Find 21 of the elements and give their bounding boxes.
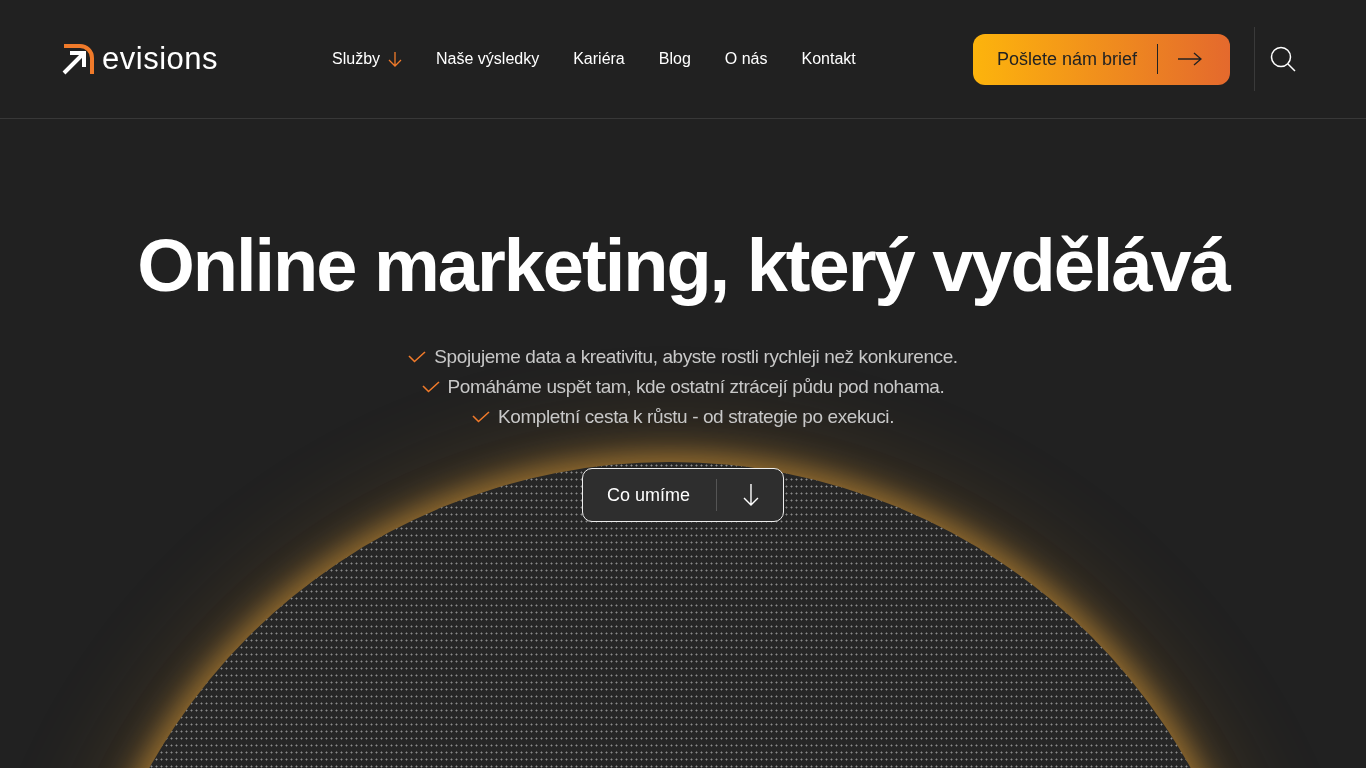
- what-we-do-button[interactable]: Co umíme: [582, 468, 784, 522]
- logo-arrow-icon: [62, 43, 94, 75]
- check-icon: [408, 351, 427, 363]
- benefit-text: Spojujeme data a kreativitu, abyste rostli rychleji než konkurence.: [434, 346, 958, 368]
- logo-wordmark[interactable]: evisions: [102, 41, 218, 77]
- nav-link[interactable]: Kariéra: [573, 50, 625, 68]
- send-brief-button[interactable]: Pošlete nám brief: [973, 33, 1230, 85]
- arrow-down-icon: [743, 484, 759, 506]
- arrow-right-icon: [1178, 52, 1203, 66]
- arrow-down-icon: [388, 51, 403, 67]
- benefit-text: Kompletní cesta k růstu - od strategie po exekuci.: [497, 406, 895, 428]
- benefit-text: Pomáháme uspět tam, kde ostatní ztrácejí půdu pod nohama.: [447, 376, 945, 398]
- search-icon[interactable]: [1270, 46, 1296, 72]
- hero-heading: Online marketing, který vydělává: [137, 223, 1229, 308]
- nav-link[interactable]: Naše výsledky: [436, 50, 540, 68]
- check-icon: [421, 381, 440, 393]
- nav-link[interactable]: Kontakt: [801, 50, 856, 68]
- check-icon: [471, 411, 490, 423]
- nav-link[interactable]: O nás: [724, 50, 768, 68]
- nav-link[interactable]: Služby: [332, 50, 403, 68]
- nav-link[interactable]: Blog: [658, 50, 691, 68]
